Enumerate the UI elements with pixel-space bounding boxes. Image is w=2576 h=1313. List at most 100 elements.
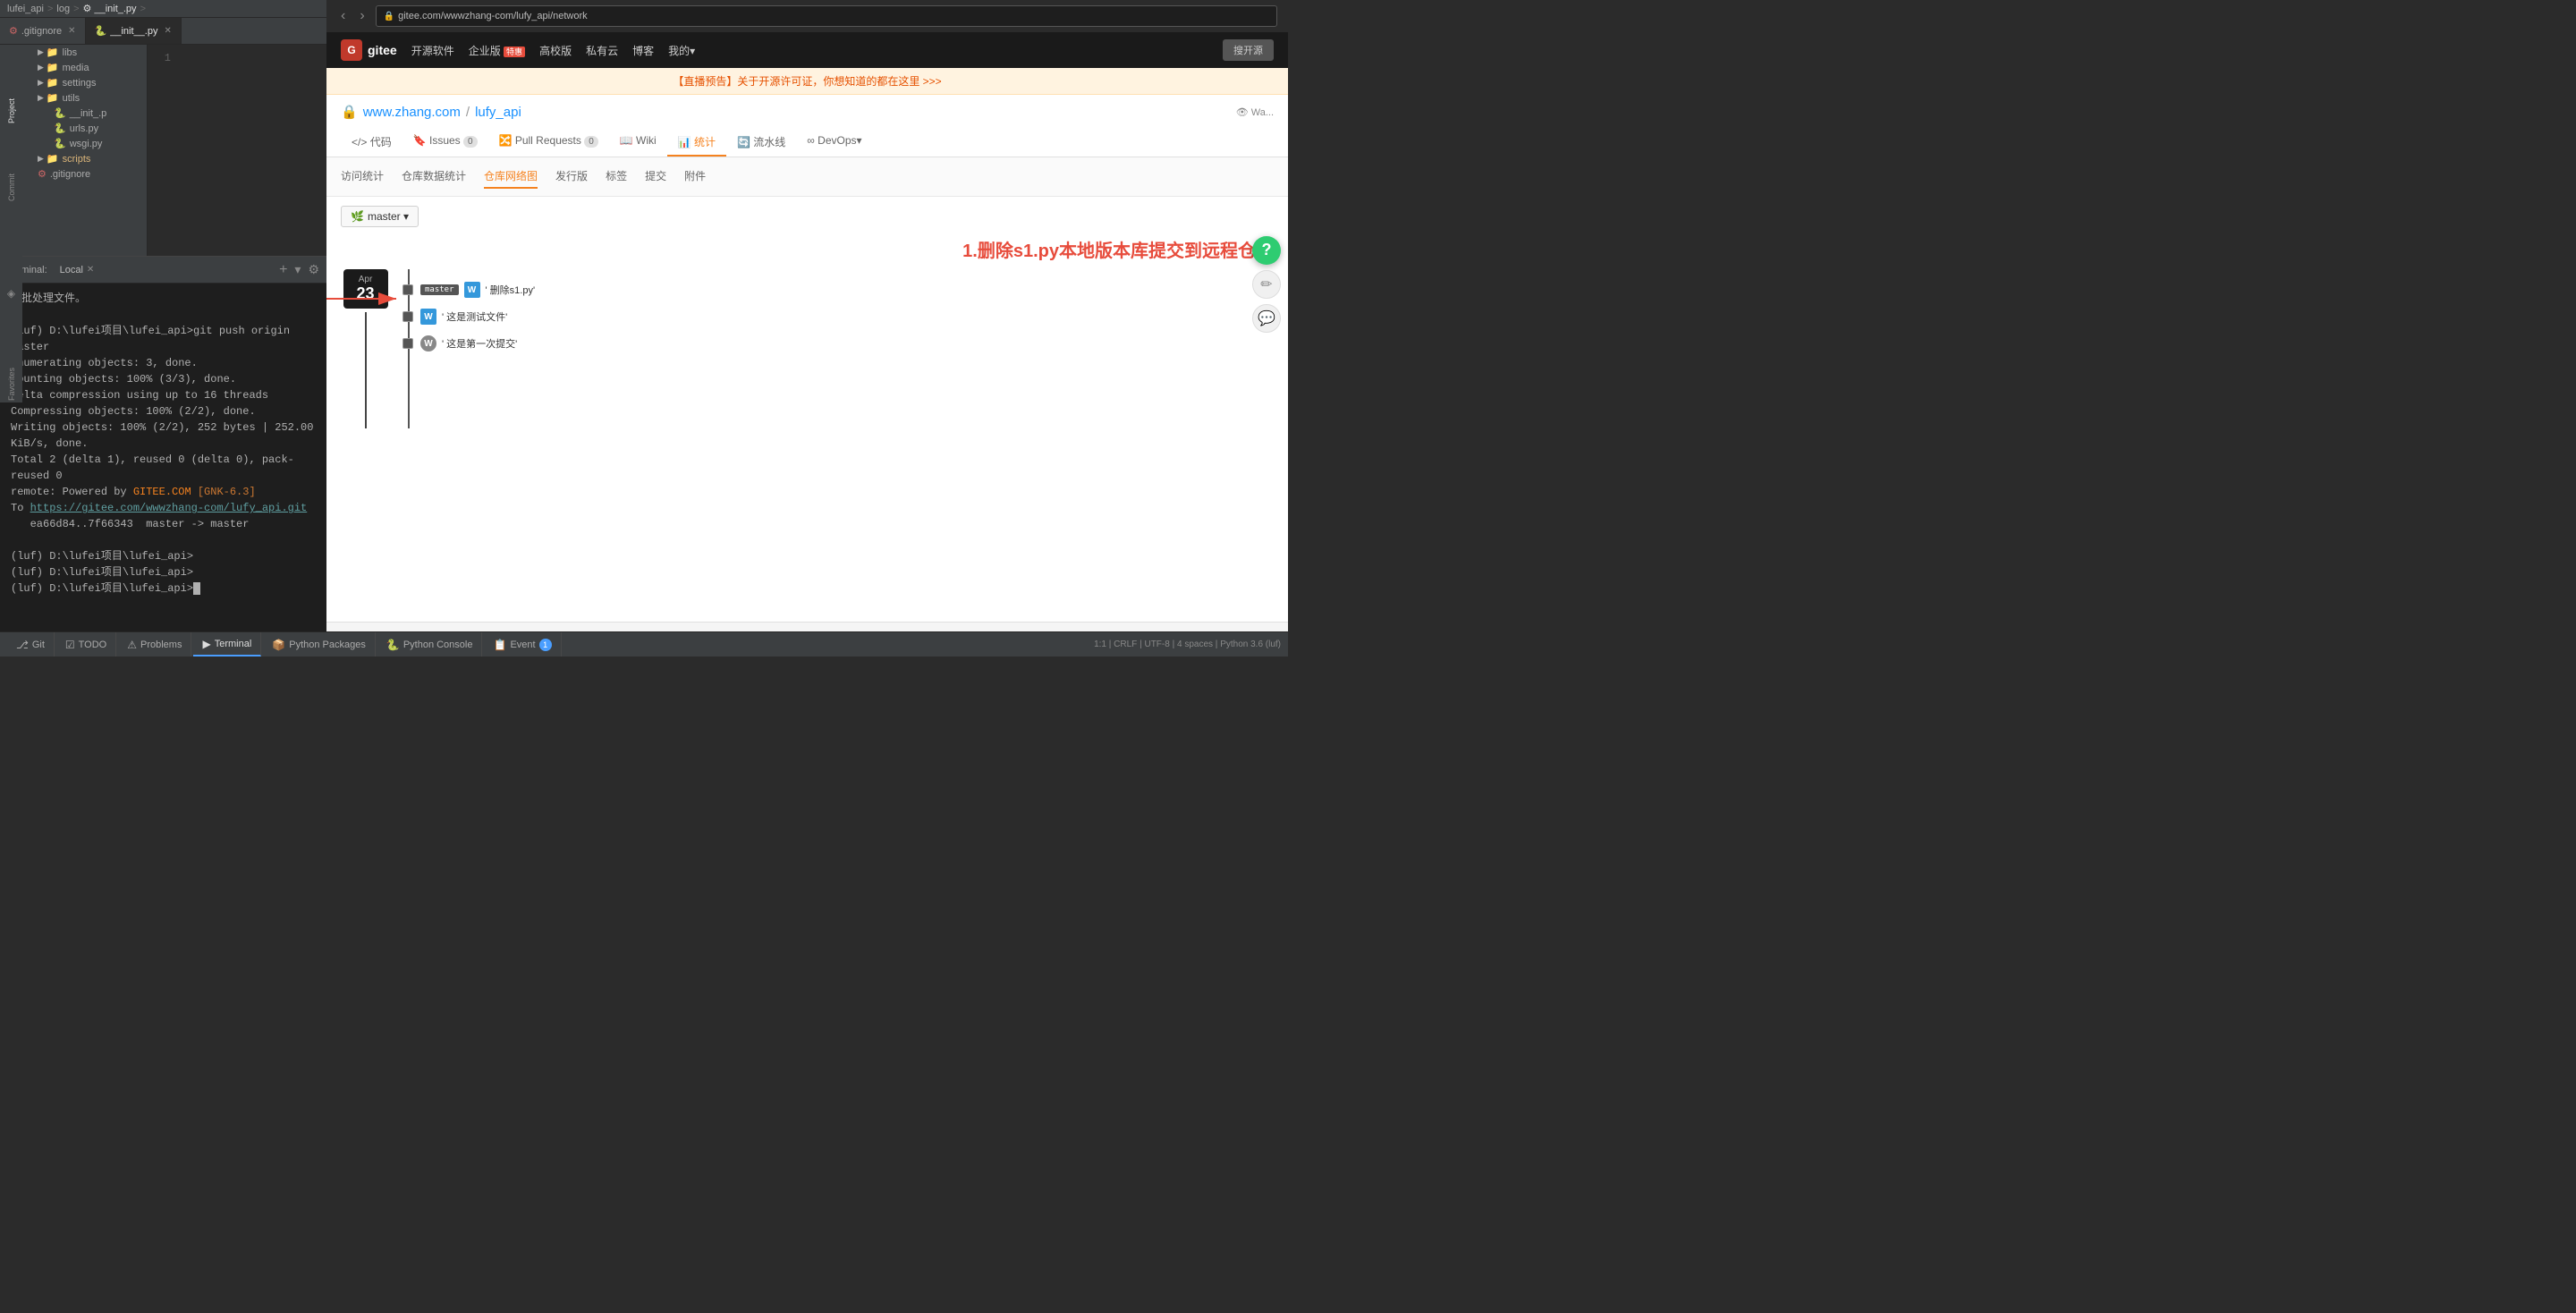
repo-nav-issues[interactable]: 🔖 Issues 0 bbox=[402, 129, 488, 157]
terminal-line-enum: Enumerating objects: 3, done. bbox=[11, 355, 316, 371]
repo-nav-pipeline[interactable]: 🔄 流水线 bbox=[726, 129, 796, 157]
bottom-tab-git[interactable]: ⎇ Git bbox=[7, 632, 55, 656]
tree-item-media[interactable]: ▶ 📁 media bbox=[20, 60, 147, 75]
stats-nav-visit[interactable]: 访问统计 bbox=[341, 165, 384, 189]
tree-item-urls-py[interactable]: 🐍 urls.py bbox=[20, 121, 147, 136]
tree-item-utils[interactable]: ▶ 📁 utils bbox=[20, 90, 147, 106]
repo-nav-wiki[interactable]: 📖 Wiki bbox=[609, 129, 667, 157]
tab-init-py[interactable]: 🐍 __init__.py ✕ bbox=[86, 18, 182, 44]
gitee-search-btn[interactable]: 搜开源 bbox=[1223, 39, 1274, 61]
browser-url-bar[interactable]: 🔒 gitee.com/wwwzhang-com/lufy_api/networ… bbox=[376, 5, 1277, 27]
repo-nav-stats[interactable]: 📊 统计 bbox=[667, 129, 726, 157]
tree-item-init-py[interactable]: 🐍 __init_.p bbox=[20, 106, 147, 121]
float-btn-help[interactable]: ? bbox=[1252, 236, 1281, 265]
empty-space bbox=[326, 443, 1288, 622]
terminal-body[interactable]: 或批处理文件。 (luf) D:\lufei项目\lufei_api>git p… bbox=[0, 284, 326, 631]
code-icon: </> bbox=[352, 136, 367, 148]
commit-icon[interactable]: Commit bbox=[7, 174, 16, 201]
float-btn-chat[interactable]: 💬 bbox=[1252, 304, 1281, 333]
stats-nav-network[interactable]: 仓库网络图 bbox=[484, 165, 538, 189]
terminal-cursor bbox=[193, 582, 200, 595]
tree-item-scripts[interactable]: ▶ 📁 scripts bbox=[20, 151, 147, 166]
file-icon-init: 🐍 bbox=[54, 107, 66, 119]
tab-gitignore-label: .gitignore bbox=[21, 26, 62, 37]
terminal-prompt2: (luf) D:\lufei项目\lufei_api> bbox=[11, 564, 316, 580]
date-block: Apr 23 bbox=[343, 269, 388, 309]
bottom-tab-event[interactable]: 📋 Event 1 bbox=[484, 632, 561, 656]
breadcrumb-log[interactable]: log bbox=[56, 4, 70, 14]
gitee-nav-private[interactable]: 私有云 bbox=[586, 43, 618, 58]
watch-btn[interactable]: 👁 Wa... bbox=[1236, 106, 1274, 118]
folder-icon-libs: 📁 bbox=[47, 47, 59, 58]
gitee-repo-link[interactable]: https://gitee.com/wwwzhang-com/lufy_api.… bbox=[30, 502, 308, 514]
bottom-tab-python-console[interactable]: 🐍 Python Console bbox=[377, 632, 483, 656]
status-python: Python 3.6 (luf) bbox=[1220, 640, 1281, 649]
tree-item-settings[interactable]: ▶ 📁 settings bbox=[20, 75, 147, 90]
graph-vertical-line bbox=[365, 312, 367, 428]
commit-row-1: master W ' 删除s1.py' bbox=[401, 276, 1274, 303]
folder-icon-utils: 📁 bbox=[47, 92, 59, 104]
tree-item-wsgi-py[interactable]: 🐍 wsgi.py bbox=[20, 136, 147, 151]
stats-nav-releases[interactable]: 发行版 bbox=[555, 165, 588, 189]
tab-gitignore[interactable]: ⚙ .gitignore ✕ bbox=[0, 18, 86, 44]
breadcrumb-sep3: > bbox=[140, 4, 146, 14]
float-buttons: ? ✏ 💬 bbox=[1252, 236, 1281, 333]
code-editor[interactable] bbox=[174, 45, 326, 256]
breadcrumb-file: ⚙ __init_.py bbox=[83, 3, 137, 14]
bottom-tab-terminal[interactable]: ▶ Terminal bbox=[193, 632, 261, 656]
folder-icon-media: 📁 bbox=[47, 62, 59, 73]
bottom-tab-problems[interactable]: ⚠ Problems bbox=[118, 632, 191, 656]
breadcrumb-lufei_api[interactable]: lufei_api bbox=[7, 4, 44, 14]
gitee-com-text: GITEE.COM bbox=[133, 486, 191, 498]
browser-forward-btn[interactable]: › bbox=[356, 6, 368, 26]
repo-nav-prs[interactable]: 🔀 Pull Requests 0 bbox=[488, 129, 609, 157]
commit-info-3: W ' 这是第一次提交' bbox=[420, 335, 517, 352]
project-icon[interactable]: Project bbox=[7, 98, 16, 123]
terminal-line-blank1 bbox=[11, 307, 316, 323]
tree-item-libs[interactable]: ▶ 📁 libs bbox=[20, 45, 147, 60]
stats-nav-repo[interactable]: 仓库数据统计 bbox=[402, 165, 466, 189]
stats-nav-attachments[interactable]: 附件 bbox=[684, 165, 706, 189]
problems-tab-label: Problems bbox=[140, 640, 182, 650]
gitee-logo[interactable]: G gitee bbox=[341, 39, 397, 61]
git-tab-label: Git bbox=[32, 640, 45, 650]
terminal-tab-local-close[interactable]: ✕ bbox=[87, 265, 94, 275]
terminal-tab-label: Terminal bbox=[215, 639, 252, 649]
repo-owner-link[interactable]: www.zhang.com bbox=[363, 105, 461, 120]
gitee-banner[interactable]: 【直播预告】关于开源许可证，你想知道的都在这里 >>> bbox=[326, 68, 1288, 95]
terminal-dropdown-btn[interactable]: ▾ bbox=[294, 262, 301, 277]
tab-gitignore-icon: ⚙ bbox=[9, 25, 18, 37]
file-icon-urls: 🐍 bbox=[54, 123, 66, 134]
terminal-tab-local[interactable]: Local ✕ bbox=[55, 263, 100, 277]
terminal-line-write: Writing objects: 100% (2/2), 252 bytes |… bbox=[11, 419, 316, 452]
commit-msg-2: ' 这是测试文件' bbox=[442, 309, 507, 324]
gitee-logo-text: gitee bbox=[368, 43, 397, 57]
tab-init-close[interactable]: ✕ bbox=[164, 26, 171, 36]
gitee-nav-enterprise[interactable]: 企业版 特惠 bbox=[469, 43, 525, 58]
gitee-nav-opensource[interactable]: 开源软件 bbox=[411, 43, 454, 58]
gitee-nav-blog[interactable]: 博客 bbox=[632, 43, 654, 58]
gitee-nav-university[interactable]: 高校版 bbox=[539, 43, 572, 58]
bottom-tab-todo[interactable]: ☑ TODO bbox=[56, 632, 116, 656]
event-tab-label: Event bbox=[510, 640, 535, 650]
terminal-line-to: To https://gitee.com/wwwzhang-com/lufy_a… bbox=[11, 500, 316, 516]
stats-nav-tags[interactable]: 标签 bbox=[606, 165, 627, 189]
tree-item-gitignore[interactable]: ⚙ .gitignore bbox=[20, 166, 147, 182]
status-charset: UTF-8 bbox=[1144, 640, 1169, 649]
tab-gitignore-close[interactable]: ✕ bbox=[68, 26, 75, 36]
gitee-nav-mine[interactable]: 我的▾ bbox=[668, 43, 695, 58]
terminal-settings-btn[interactable]: ⚙ bbox=[308, 262, 319, 277]
problems-icon: ⚠ bbox=[127, 639, 137, 651]
stats-nav-commits[interactable]: 提交 bbox=[645, 165, 666, 189]
terminal-prompt1: (luf) D:\lufei项目\lufei_api> bbox=[11, 548, 316, 564]
float-btn-edit[interactable]: ✏ bbox=[1252, 270, 1281, 299]
bottom-tab-python-packages[interactable]: 📦 Python Packages bbox=[263, 632, 376, 656]
repo-name-link[interactable]: lufy_api bbox=[475, 105, 521, 120]
browser-back-btn[interactable]: ‹ bbox=[337, 6, 349, 26]
file-icon-wsgi: 🐍 bbox=[54, 138, 66, 149]
terminal-add-btn[interactable]: + bbox=[279, 262, 287, 278]
repo-nav-code[interactable]: </> 代码 bbox=[341, 129, 402, 157]
repo-nav-devops[interactable]: ∞ DevOps▾ bbox=[796, 129, 872, 157]
branch-selector[interactable]: 🌿 master ▾ bbox=[341, 206, 419, 227]
todo-icon: ☑ bbox=[65, 639, 75, 651]
